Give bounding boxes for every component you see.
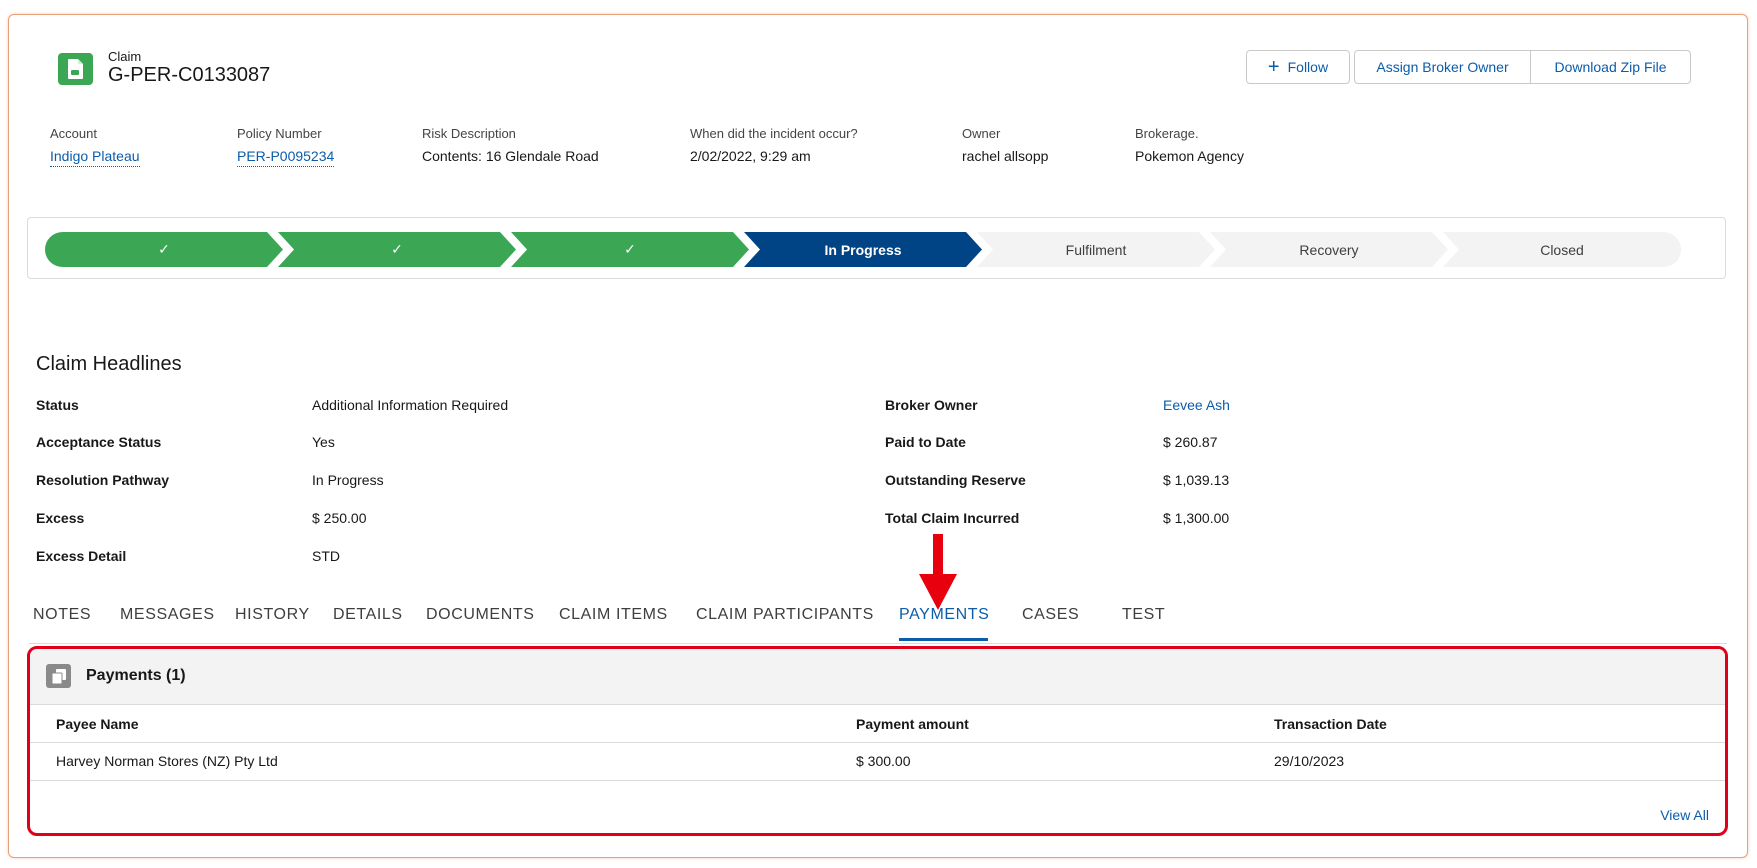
tab-claim-participants[interactable]: CLAIM PARTICIPANTS bbox=[696, 606, 874, 624]
tab-documents[interactable]: DOCUMENTS bbox=[426, 606, 535, 624]
column-header-payment-amount[interactable]: Payment amount bbox=[856, 716, 969, 732]
excess-label: Excess bbox=[36, 510, 85, 526]
path-stage-label: Fulfilment bbox=[1065, 241, 1127, 258]
header-field-account: Account Indigo Plateau bbox=[50, 126, 140, 167]
header-field-risk-description: Risk Description Contents: 16 Glendale R… bbox=[422, 126, 599, 164]
owner-label: Owner bbox=[962, 126, 1001, 141]
incident-date-label: When did the incident occur? bbox=[690, 126, 858, 141]
payee-name-cell: Harvey Norman Stores (NZ) Pty Ltd bbox=[56, 753, 278, 769]
record-type-label: Claim bbox=[108, 49, 142, 64]
acceptance-status-value: Yes bbox=[312, 434, 335, 450]
account-label: Account bbox=[50, 126, 97, 141]
path-stage-complete-1[interactable]: ✓ bbox=[45, 232, 283, 267]
broker-owner-link[interactable]: Eevee Ash bbox=[1163, 397, 1230, 413]
path-stage-complete-3[interactable]: ✓ bbox=[511, 232, 749, 267]
column-header-transaction-date[interactable]: Transaction Date bbox=[1274, 716, 1387, 732]
claim-headlines-title: Claim Headlines bbox=[36, 353, 182, 375]
checkmark-icon: ✓ bbox=[624, 241, 636, 257]
status-value: Additional Information Required bbox=[312, 397, 509, 413]
column-header-payee-name[interactable]: Payee Name bbox=[56, 716, 139, 732]
header-row-divider bbox=[30, 742, 1725, 743]
tabs-divider bbox=[29, 643, 1727, 644]
plus-icon: + bbox=[1267, 56, 1280, 78]
header-field-incident-date: When did the incident occur? 2/02/2022, … bbox=[690, 126, 858, 164]
tab-claim-items[interactable]: CLAIM ITEMS bbox=[559, 606, 668, 624]
risk-description-label: Risk Description bbox=[422, 126, 516, 141]
resolution-pathway-value: In Progress bbox=[312, 472, 384, 488]
transaction-date-cell: 29/10/2023 bbox=[1274, 753, 1345, 769]
follow-label: Follow bbox=[1287, 59, 1329, 75]
excess-detail-label: Excess Detail bbox=[36, 548, 127, 564]
paid-to-date-label: Paid to Date bbox=[885, 434, 966, 450]
incident-date-value: 2/02/2022, 9:29 am bbox=[690, 148, 811, 164]
policy-number-link[interactable]: PER-P0095234 bbox=[237, 148, 335, 167]
outstanding-reserve-label: Outstanding Reserve bbox=[885, 472, 1026, 488]
tab-test[interactable]: TEST bbox=[1122, 606, 1165, 624]
payment-amount-cell: $ 300.00 bbox=[856, 753, 911, 769]
status-label: Status bbox=[36, 397, 79, 413]
excess-value: $ 250.00 bbox=[312, 510, 367, 526]
claim-path: ✓ ✓ ✓ In Progress Fulfilment Recovery Cl… bbox=[27, 217, 1726, 279]
row-divider bbox=[30, 780, 1725, 781]
account-link[interactable]: Indigo Plateau bbox=[50, 148, 140, 167]
checkmark-icon: ✓ bbox=[391, 241, 403, 257]
resolution-pathway-label: Resolution Pathway bbox=[36, 472, 170, 488]
claim-record-icon bbox=[58, 53, 93, 85]
excess-detail-value: STD bbox=[312, 548, 340, 564]
header-field-brokerage: Brokerage. Pokemon Agency bbox=[1135, 126, 1244, 164]
path-stage-label: Recovery bbox=[1299, 241, 1359, 258]
path-stage-fulfilment[interactable]: Fulfilment bbox=[977, 232, 1215, 267]
header-actions: + Follow Assign Broker Owner Download Zi… bbox=[1246, 50, 1691, 84]
outstanding-reserve-value: $ 1,039.13 bbox=[1163, 472, 1230, 488]
path-stage-label: In Progress bbox=[824, 241, 902, 258]
total-claim-incurred-value: $ 1,300.00 bbox=[1163, 510, 1230, 526]
acceptance-status-label: Acceptance Status bbox=[36, 434, 162, 450]
tab-history[interactable]: HISTORY bbox=[235, 606, 310, 624]
tab-cases[interactable]: CASES bbox=[1022, 606, 1079, 624]
path-stage-label: Closed bbox=[1540, 241, 1584, 258]
path-stage-recovery[interactable]: Recovery bbox=[1210, 232, 1448, 267]
brokerage-value: Pokemon Agency bbox=[1135, 148, 1244, 164]
brokerage-label: Brokerage. bbox=[1135, 126, 1199, 141]
tab-notes[interactable]: NOTES bbox=[33, 606, 91, 624]
path-stage-complete-2[interactable]: ✓ bbox=[278, 232, 516, 267]
risk-description-value: Contents: 16 Glendale Road bbox=[422, 148, 599, 164]
view-all-link[interactable]: View All bbox=[1660, 807, 1709, 823]
follow-button[interactable]: + Follow bbox=[1246, 50, 1350, 84]
tab-details[interactable]: DETAILS bbox=[333, 606, 403, 624]
owner-value: rachel allsopp bbox=[962, 148, 1049, 164]
path-stage-in-progress[interactable]: In Progress bbox=[744, 232, 982, 267]
payments-related-list: Payments (1) Payee Name Payment amount T… bbox=[27, 646, 1728, 836]
payments-header: Payments (1) bbox=[30, 649, 1725, 705]
policy-number-label: Policy Number bbox=[237, 126, 322, 141]
assign-broker-owner-button[interactable]: Assign Broker Owner bbox=[1354, 50, 1531, 84]
download-zip-file-button[interactable]: Download Zip File bbox=[1531, 50, 1691, 84]
arrow-down-icon bbox=[919, 534, 957, 610]
payments-list-icon bbox=[46, 664, 71, 688]
header-field-policy-number: Policy Number PER-P0095234 bbox=[237, 126, 335, 167]
total-claim-incurred-label: Total Claim Incurred bbox=[885, 510, 1020, 526]
payments-title[interactable]: Payments (1) bbox=[86, 667, 186, 685]
paid-to-date-value: $ 260.87 bbox=[1163, 434, 1218, 450]
active-tab-underline bbox=[899, 638, 988, 641]
record-name: G-PER-C0133087 bbox=[108, 64, 271, 86]
broker-owner-label: Broker Owner bbox=[885, 397, 978, 413]
path-stage-closed[interactable]: Closed bbox=[1443, 232, 1681, 267]
header-field-owner: Owner rachel allsopp bbox=[962, 126, 1048, 164]
tab-payments[interactable]: PAYMENTS bbox=[899, 606, 989, 624]
checkmark-icon: ✓ bbox=[158, 241, 170, 257]
tab-messages[interactable]: MESSAGES bbox=[120, 606, 215, 624]
